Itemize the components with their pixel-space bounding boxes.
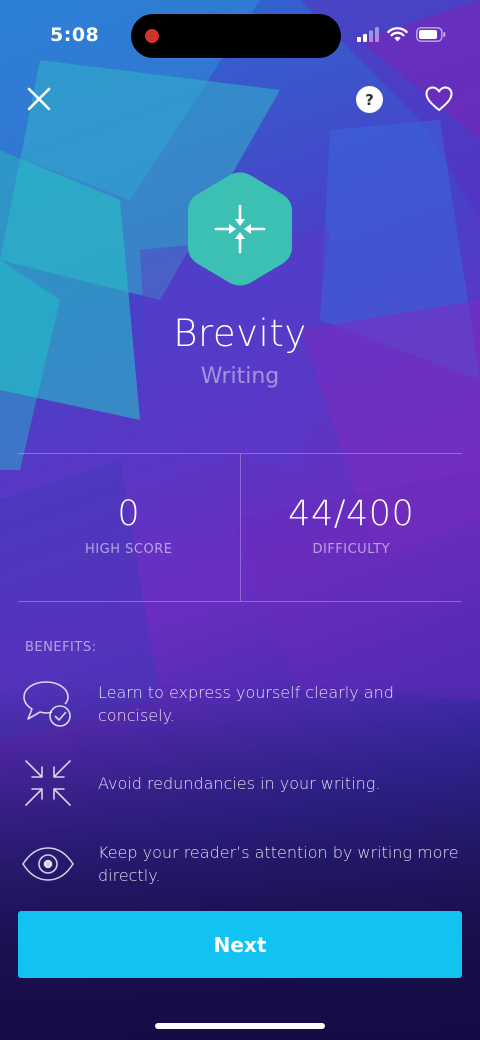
status-icons [357,27,446,42]
close-icon [27,87,51,111]
eye-icon [22,847,74,881]
benefit-item: Learn to express yourself clearly and co… [20,676,460,732]
game-category: Writing [200,364,280,389]
difficulty-value: 44/400 [288,494,415,534]
close-button[interactable] [22,82,56,116]
game-title: Brevity [173,312,307,355]
favorite-button[interactable] [422,82,456,116]
battery-icon [416,27,446,42]
stats-panel: 0 HIGH SCORE 44/400 DIFFICULTY [18,453,462,602]
difficulty-stat: 44/400 DIFFICULTY [239,454,463,601]
high-score-label: HIGH SCORE [85,542,173,557]
benefit-item: Avoid redundancies in your writing. [20,755,460,811]
game-badge-icon [188,172,292,286]
speech-bubble-check-icon [23,681,71,727]
high-score-value: 0 [117,494,141,534]
home-indicator[interactable] [155,1023,325,1029]
difficulty-label: DIFFICULTY [312,542,391,557]
recording-indicator-icon [145,29,159,43]
benefit-item: Keep your reader’s attention by writing … [20,836,460,892]
benefit-text: Avoid redundancies in your writing. [98,773,381,793]
heart-icon [425,86,453,111]
high-score-stat: 0 HIGH SCORE [18,454,240,601]
help-button[interactable]: ? [356,86,383,113]
wifi-icon [387,27,408,42]
benefit-text: Learn to express yourself clearly and co… [98,683,394,725]
status-time: 5:08 [50,24,100,46]
compress-arrows-icon [25,760,71,806]
status-bar: 5:08 [0,0,480,72]
dynamic-island [131,14,341,58]
next-button[interactable]: Next [18,911,462,978]
benefits-heading: BENEFITS: [25,640,97,655]
benefit-text: Keep your reader’s attention by writing … [98,843,459,885]
cellular-signal-icon [357,27,379,42]
